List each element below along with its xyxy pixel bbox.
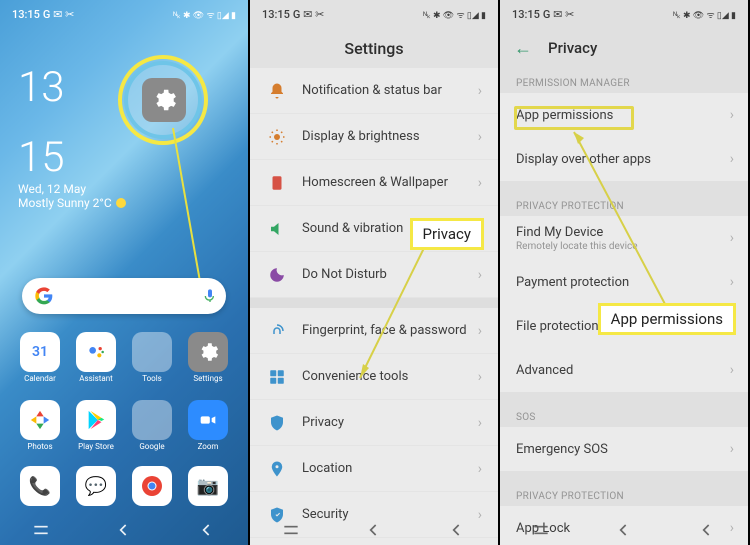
android-nav-bar bbox=[0, 515, 248, 545]
callout-privacy: Privacy bbox=[410, 218, 484, 250]
app-assistant[interactable]: Assistant bbox=[72, 332, 120, 383]
privacy-item-app-permissions[interactable]: App permissions› bbox=[500, 93, 748, 137]
app-settings[interactable]: Settings bbox=[184, 332, 232, 383]
moon-icon bbox=[266, 264, 288, 286]
chevron-right-icon: › bbox=[478, 415, 482, 431]
nav-back[interactable] bbox=[614, 520, 634, 540]
privacy-item-advanced[interactable]: Advanced› bbox=[500, 348, 748, 392]
app-calendar[interactable]: 31Calendar bbox=[16, 332, 64, 383]
chevron-right-icon: › bbox=[730, 151, 734, 167]
status-bar: 13:15G ✉ ✂ ᴺₖ ✱ 👁 ᯤ ▯◢ ▮ bbox=[0, 0, 248, 28]
app-play-store[interactable]: Play Store bbox=[72, 400, 120, 451]
notification-icon bbox=[266, 80, 288, 102]
nav-back[interactable] bbox=[114, 520, 134, 540]
nav-recents[interactable] bbox=[31, 520, 51, 540]
privacy-item-find-my-device[interactable]: Find My DeviceRemotely locate this devic… bbox=[500, 216, 748, 260]
app-camera[interactable]: 📷 bbox=[184, 466, 232, 506]
chevron-right-icon: › bbox=[478, 323, 482, 339]
section-privacy-protection-2: PRIVACY PROTECTION bbox=[500, 481, 748, 506]
date-label: Wed, 12 May bbox=[18, 182, 230, 196]
status-bar: 13:15G ✉ ✂ ᴺₖ ✱ 👁 ᯤ ▯◢ ▮ bbox=[500, 0, 748, 28]
privacy-item-payment[interactable]: Payment protection› bbox=[500, 260, 748, 304]
settings-item-location[interactable]: Location› bbox=[250, 446, 498, 492]
nav-recents[interactable] bbox=[281, 520, 301, 540]
settings-item-dnd[interactable]: Do Not Disturb› bbox=[250, 252, 498, 298]
privacy-title: Privacy bbox=[548, 39, 597, 57]
settings-item-display[interactable]: Display & brightness› bbox=[250, 114, 498, 160]
app-phone[interactable]: 📞 bbox=[16, 466, 64, 506]
settings-item-notification[interactable]: Notification & status bar› bbox=[250, 68, 498, 114]
fingerprint-icon bbox=[266, 320, 288, 342]
privacy-icon bbox=[266, 412, 288, 434]
app-messages[interactable]: 💬 bbox=[72, 466, 120, 506]
google-search-bar[interactable] bbox=[22, 278, 226, 314]
chevron-right-icon: › bbox=[478, 267, 482, 283]
homescreen-icon bbox=[266, 172, 288, 194]
chevron-right-icon: › bbox=[730, 441, 734, 457]
privacy-header: ← Privacy bbox=[500, 28, 748, 68]
settings-icon-zoomed[interactable] bbox=[142, 78, 186, 122]
home-widget-area: 13 15 Wed, 12 May Mostly Sunny 2°C bbox=[0, 28, 248, 220]
back-arrow-icon[interactable]: ← bbox=[514, 38, 532, 59]
mic-icon[interactable] bbox=[202, 288, 218, 304]
phone-settings-screen: 13:15G ✉ ✂ ᴺₖ ✱ 👁 ᯤ ▯◢ ▮ Settings Notifi… bbox=[250, 0, 500, 545]
nav-home[interactable] bbox=[197, 520, 217, 540]
app-zoom[interactable]: Zoom bbox=[184, 400, 232, 451]
privacy-item-display-over[interactable]: Display over other apps› bbox=[500, 137, 748, 181]
section-privacy-protection: PRIVACY PROTECTION bbox=[500, 191, 748, 216]
chevron-right-icon: › bbox=[478, 129, 482, 145]
phone-privacy-screen: 13:15G ✉ ✂ ᴺₖ ✱ 👁 ᯤ ▯◢ ▮ ← Privacy PERMI… bbox=[500, 0, 750, 545]
status-time: 13:15 bbox=[12, 8, 40, 21]
nav-home[interactable] bbox=[697, 520, 717, 540]
chevron-right-icon: › bbox=[478, 461, 482, 477]
settings-title: Settings bbox=[250, 28, 498, 68]
chevron-right-icon: › bbox=[478, 369, 482, 385]
weather-label: Mostly Sunny 2°C bbox=[18, 196, 230, 210]
android-nav-bar bbox=[500, 515, 748, 545]
chevron-right-icon: › bbox=[730, 362, 734, 378]
privacy-item-emergency-sos[interactable]: Emergency SOS› bbox=[500, 427, 748, 471]
chevron-right-icon: › bbox=[730, 107, 734, 123]
settings-item-fingerprint[interactable]: Fingerprint, face & password› bbox=[250, 308, 498, 354]
settings-item-convenience[interactable]: Convenience tools› bbox=[250, 354, 498, 400]
app-chrome[interactable] bbox=[128, 466, 176, 506]
brightness-icon bbox=[266, 126, 288, 148]
tools-icon bbox=[266, 366, 288, 388]
callout-app-permissions: App permissions bbox=[598, 303, 736, 335]
settings-item-homescreen[interactable]: Homescreen & Wallpaper› bbox=[250, 160, 498, 206]
phone-home-screen: 13:15G ✉ ✂ ᴺₖ ✱ 👁 ᯤ ▯◢ ▮ 13 15 Wed, 12 M… bbox=[0, 0, 250, 545]
status-icons-right: ᴺₖ ✱ 👁 ᯤ ▯◢ ▮ bbox=[173, 8, 236, 21]
chevron-right-icon: › bbox=[478, 175, 482, 191]
nav-back[interactable] bbox=[364, 520, 384, 540]
clock-hours: 13 bbox=[18, 68, 230, 108]
android-nav-bar bbox=[250, 515, 498, 545]
sound-icon bbox=[266, 218, 288, 240]
nav-home[interactable] bbox=[447, 520, 467, 540]
app-google-folder[interactable]: Google bbox=[128, 400, 176, 451]
nav-recents[interactable] bbox=[531, 520, 551, 540]
clock-minutes: 15 bbox=[18, 138, 230, 178]
chevron-right-icon: › bbox=[478, 83, 482, 99]
google-logo-icon bbox=[34, 286, 54, 306]
app-photos[interactable]: Photos bbox=[16, 400, 64, 451]
status-icons-left: G ✉ ✂ bbox=[43, 8, 74, 21]
chevron-right-icon: › bbox=[730, 274, 734, 290]
status-bar: 13:15G ✉ ✂ ᴺₖ ✱ 👁 ᯤ ▯◢ ▮ bbox=[250, 0, 498, 28]
section-sos: SOS bbox=[500, 402, 748, 427]
chevron-right-icon: › bbox=[730, 230, 734, 246]
section-permission-manager: PERMISSION MANAGER bbox=[500, 68, 748, 93]
app-tools-folder[interactable]: Tools bbox=[128, 332, 176, 383]
settings-item-privacy[interactable]: Privacy› bbox=[250, 400, 498, 446]
location-icon bbox=[266, 458, 288, 480]
